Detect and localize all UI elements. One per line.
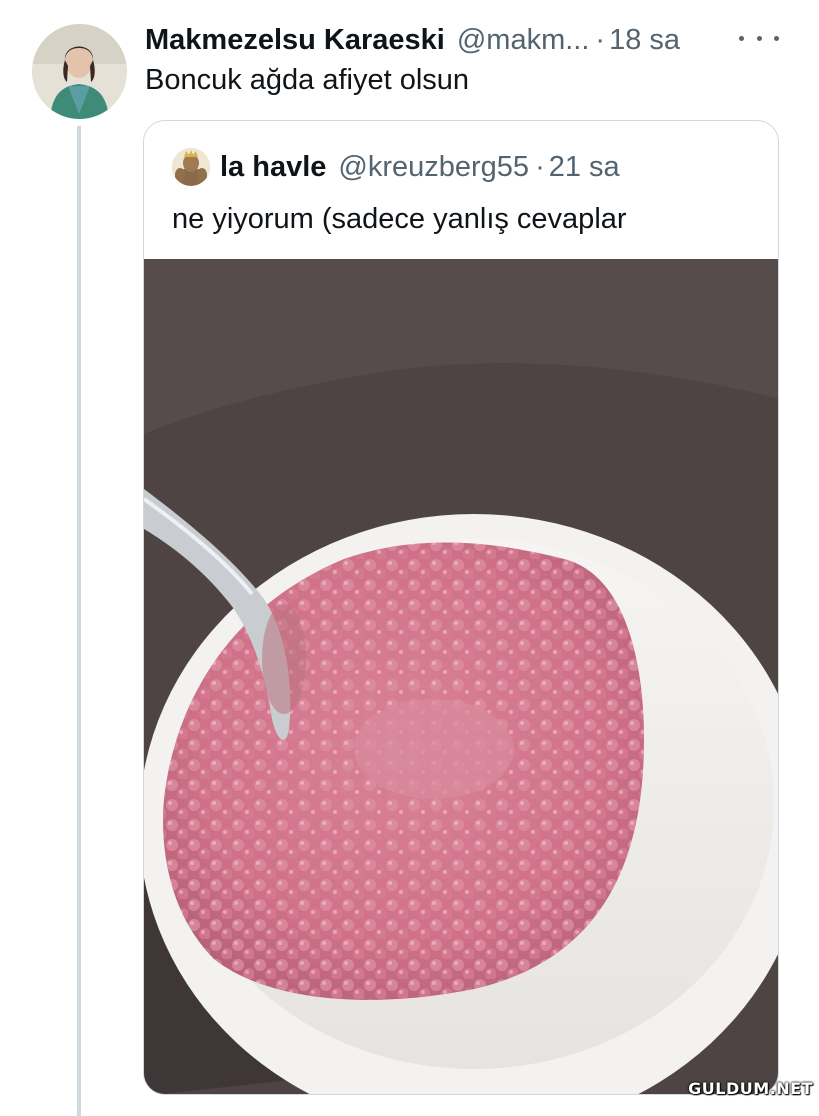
quoted-user-avatar[interactable] bbox=[172, 148, 210, 186]
quoted-tweet-header: la havle @kreuzberg55 · 21 sa bbox=[172, 147, 620, 187]
quoted-display-name[interactable]: la havle bbox=[220, 151, 326, 184]
display-name[interactable]: Makmezelsu Karaeski bbox=[145, 24, 445, 57]
user-handle[interactable]: @makm... bbox=[457, 24, 590, 57]
avatar[interactable] bbox=[32, 24, 127, 119]
quoted-tweet-photo[interactable] bbox=[144, 259, 778, 1094]
separator-dot: · bbox=[595, 23, 606, 56]
tweet-header: Makmezelsu Karaeski @makm... · 18 sa bbox=[145, 20, 779, 60]
thread-connector-line bbox=[77, 126, 81, 1116]
quoted-user-handle[interactable]: @kreuzberg55 bbox=[338, 151, 529, 184]
quoted-timestamp[interactable]: 21 sa bbox=[549, 151, 620, 184]
quoted-tweet-card[interactable]: la havle @kreuzberg55 · 21 sa ne yiyorum… bbox=[143, 120, 779, 1095]
tweet-text: Boncuk ağda afiyet olsun bbox=[145, 64, 470, 96]
quoted-tweet-text: ne yiyorum (sadece yanlış cevaplar bbox=[172, 203, 627, 235]
timestamp[interactable]: 18 sa bbox=[609, 24, 680, 57]
watermark: GULDUM.NET bbox=[688, 1079, 813, 1098]
separator-dot: · bbox=[535, 150, 545, 183]
more-options-icon[interactable] bbox=[739, 26, 779, 50]
